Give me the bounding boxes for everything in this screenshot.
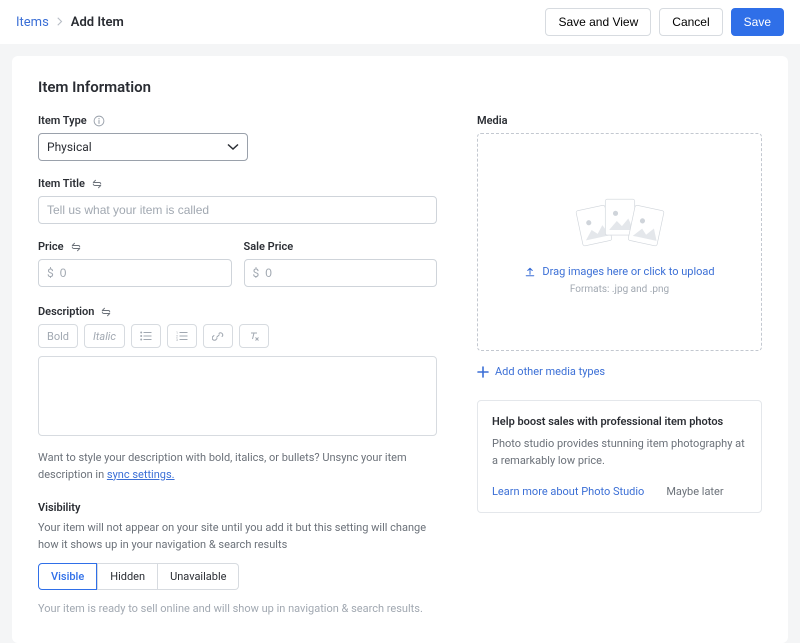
item-title-input[interactable] — [38, 196, 437, 224]
item-title-label-text: Item Title — [38, 177, 85, 190]
promo-text: Photo studio provides stunning item phot… — [492, 436, 747, 469]
visibility-option-unavailable[interactable]: Unavailable — [158, 563, 239, 590]
add-other-media-link[interactable]: Add other media types — [477, 365, 762, 378]
price-label: Price — [38, 240, 232, 253]
description-editor[interactable] — [38, 356, 437, 436]
sync-icon[interactable] — [70, 241, 82, 253]
item-form-card: Item Information Item Type Physical Item… — [12, 56, 788, 643]
sync-icon[interactable] — [100, 306, 112, 318]
item-type-label: Item Type — [38, 114, 437, 127]
description-label: Description — [38, 305, 437, 318]
breadcrumb-current: Add Item — [71, 15, 124, 30]
info-icon[interactable] — [93, 115, 105, 127]
sync-settings-link[interactable]: sync settings. — [107, 468, 175, 481]
sale-price-input[interactable] — [265, 266, 428, 280]
toolbar-bulleted-list-button[interactable] — [131, 324, 161, 348]
toolbar-clear-format-button[interactable] — [239, 324, 269, 348]
chevron-down-icon — [227, 141, 239, 153]
left-column: Item Type Physical Item Title — [38, 114, 437, 615]
visibility-option-hidden[interactable]: Hidden — [97, 563, 158, 590]
promo-actions: Learn more about Photo Studio Maybe late… — [492, 485, 747, 498]
description-hint: Want to style your description with bold… — [38, 450, 437, 483]
save-button[interactable]: Save — [731, 8, 784, 36]
visibility-option-visible[interactable]: Visible — [38, 563, 97, 590]
currency-symbol: $ — [47, 266, 54, 280]
photo-studio-promo: Help boost sales with professional item … — [477, 400, 762, 513]
breadcrumb-separator — [57, 15, 63, 30]
breadcrumb: Items Add Item — [16, 15, 124, 30]
upload-cta[interactable]: Drag images here or click to upload — [524, 265, 714, 278]
item-type-select[interactable]: Physical — [38, 133, 248, 161]
upload-formats: Formats: .jpg and .png — [570, 284, 669, 295]
sale-price-input-wrap[interactable]: $ — [244, 259, 438, 287]
sync-icon[interactable] — [91, 178, 103, 190]
svg-text:3: 3 — [176, 338, 178, 341]
right-column: Media Drag images here or click to uploa… — [477, 114, 762, 615]
promo-title: Help boost sales with professional item … — [492, 415, 747, 428]
toolbar-link-button[interactable] — [203, 324, 233, 348]
breadcrumb-items-link[interactable]: Items — [16, 15, 49, 30]
topbar: Items Add Item Save and View Cancel Save — [0, 0, 800, 44]
upload-icon — [524, 266, 536, 278]
section-title: Item Information — [38, 78, 762, 96]
price-label-text: Price — [38, 240, 64, 253]
plus-icon — [477, 366, 489, 378]
description-hint-text: Want to style your description with bold… — [38, 451, 407, 481]
promo-learn-link[interactable]: Learn more about Photo Studio — [492, 485, 644, 498]
media-label: Media — [477, 114, 762, 127]
add-other-media-text: Add other media types — [495, 365, 605, 378]
visibility-desc: Your item will not appear on your site u… — [38, 520, 437, 553]
visibility-label: Visibility — [38, 501, 437, 514]
media-dropzone[interactable]: Drag images here or click to upload Form… — [477, 133, 762, 351]
description-label-text: Description — [38, 305, 94, 318]
currency-symbol: $ — [253, 266, 260, 280]
save-and-view-button[interactable]: Save and View — [545, 8, 651, 36]
price-input[interactable] — [60, 266, 223, 280]
item-type-value: Physical — [47, 140, 92, 154]
sale-price-label-text: Sale Price — [244, 240, 294, 253]
toolbar-italic-button[interactable]: Italic — [84, 324, 125, 348]
upload-cta-text: Drag images here or click to upload — [542, 265, 714, 278]
editor-toolbar: Bold Italic 123 — [38, 324, 437, 348]
toolbar-numbered-list-button[interactable]: 123 — [167, 324, 197, 348]
cancel-button[interactable]: Cancel — [659, 8, 722, 36]
image-placeholder-icon — [565, 189, 675, 253]
price-input-wrap[interactable]: $ — [38, 259, 232, 287]
toolbar-bold-button[interactable]: Bold — [38, 324, 78, 348]
visibility-segmented: Visible Hidden Unavailable — [38, 563, 437, 590]
promo-maybe-later[interactable]: Maybe later — [666, 485, 723, 498]
visibility-footer: Your item is ready to sell online and wi… — [38, 602, 437, 615]
topbar-actions: Save and View Cancel Save — [545, 8, 784, 36]
sale-price-label: Sale Price — [244, 240, 438, 253]
item-type-label-text: Item Type — [38, 114, 87, 127]
item-title-label: Item Title — [38, 177, 437, 190]
